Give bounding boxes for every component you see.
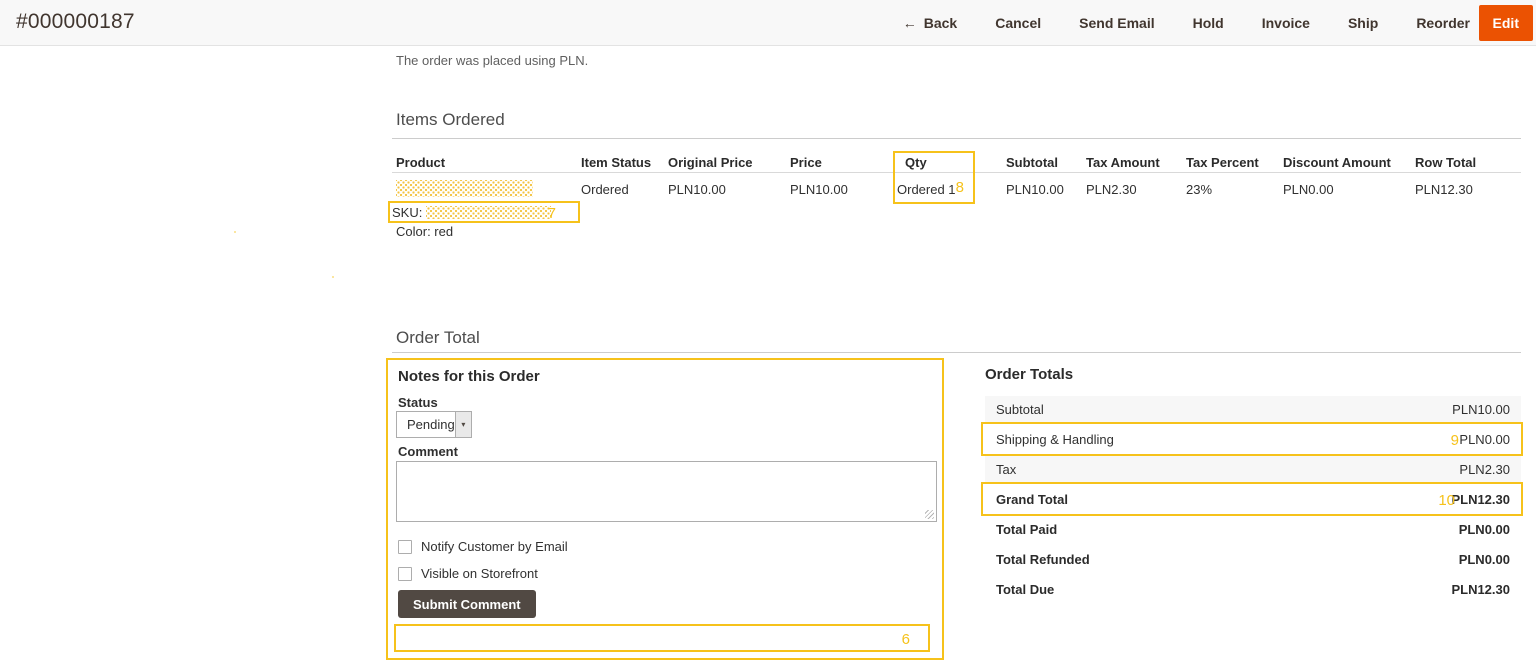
artifact-speck (234, 231, 236, 233)
column-header-row-total: Row Total (1415, 155, 1476, 170)
totals-label: Shipping & Handling (996, 432, 1114, 447)
header-actions: ←Back Cancel Send Email Hold Invoice Shi… (903, 0, 1470, 45)
cell-original-price: PLN10.00 (668, 182, 726, 197)
totals-label: Total Refunded (996, 552, 1090, 567)
totals-value: PLN12.30 (1451, 492, 1510, 507)
product-name-redacted (396, 180, 533, 197)
totals-value: PLN0.00 (1459, 432, 1510, 447)
totals-label: Total Paid (996, 522, 1057, 537)
notify-customer-checkbox-row[interactable]: Notify Customer by Email (398, 539, 568, 554)
ship-button[interactable]: Ship (1348, 15, 1378, 31)
column-header-qty: Qty (905, 155, 927, 170)
cell-tax-amount: PLN2.30 (1086, 182, 1137, 197)
column-header-subtotal: Subtotal (1006, 155, 1058, 170)
send-email-button[interactable]: Send Email (1079, 15, 1154, 31)
column-header-tax-amount: Tax Amount (1086, 155, 1160, 170)
order-view-page: #000000187 ←Back Cancel Send Email Hold … (0, 0, 1536, 667)
items-ordered-divider (392, 138, 1521, 139)
cancel-button[interactable]: Cancel (995, 15, 1041, 31)
notify-customer-label: Notify Customer by Email (421, 539, 568, 554)
back-button[interactable]: ←Back (903, 15, 957, 31)
sku-label: SKU: (392, 205, 422, 220)
annotation-box-6: 6 (394, 624, 930, 652)
totals-row-total-due: Total Due PLN12.30 (985, 576, 1521, 603)
totals-row-total-refunded: Total Refunded PLN0.00 (985, 546, 1521, 573)
visible-storefront-checkbox[interactable] (398, 567, 412, 581)
totals-label: Subtotal (996, 402, 1044, 417)
totals-label: Total Due (996, 582, 1054, 597)
order-totals-heading: Order Totals (985, 366, 1073, 383)
order-total-heading: Order Total (396, 328, 480, 348)
column-header-item-status: Item Status (581, 155, 651, 170)
totals-value: PLN0.00 (1459, 552, 1510, 567)
visible-storefront-label: Visible on Storefront (421, 566, 538, 581)
comment-label: Comment (398, 444, 458, 459)
totals-label: Grand Total (996, 492, 1068, 507)
notify-customer-checkbox[interactable] (398, 540, 412, 554)
sku-line: SKU: (392, 205, 551, 220)
column-header-discount-amount: Discount Amount (1283, 155, 1391, 170)
totals-label: Tax (996, 462, 1016, 477)
totals-row-subtotal: Subtotal PLN10.00 (985, 396, 1521, 423)
totals-row-tax: Tax PLN2.30 (985, 456, 1521, 483)
table-header-rule (392, 172, 1521, 173)
order-total-divider (392, 352, 1521, 353)
column-header-product: Product (396, 155, 445, 170)
totals-row-total-paid: Total Paid PLN0.00 (985, 516, 1521, 543)
items-ordered-heading: Items Ordered (396, 110, 505, 130)
reorder-button[interactable]: Reorder (1416, 15, 1470, 31)
annotation-number-8: 8 (956, 180, 964, 195)
edit-button[interactable]: Edit (1479, 5, 1533, 41)
totals-row-grand-total: Grand Total PLN12.30 (985, 486, 1521, 513)
totals-row-shipping-handling: Shipping & Handling PLN0.00 (985, 426, 1521, 453)
cell-qty: Ordered 1 (897, 182, 956, 197)
hold-button[interactable]: Hold (1193, 15, 1224, 31)
cell-price: PLN10.00 (790, 182, 848, 197)
invoice-button[interactable]: Invoice (1262, 15, 1310, 31)
status-select[interactable]: Pending ▾ (396, 411, 472, 438)
back-arrow-icon: ← (903, 15, 917, 31)
notes-heading: Notes for this Order (398, 368, 540, 385)
totals-value: PLN2.30 (1459, 462, 1510, 477)
cell-row-total: PLN12.30 (1415, 182, 1473, 197)
totals-value: PLN12.30 (1451, 582, 1510, 597)
cell-item-status: Ordered (581, 182, 629, 197)
column-header-tax-percent: Tax Percent (1186, 155, 1259, 170)
cell-tax-percent: 23% (1186, 182, 1212, 197)
artifact-speck (332, 276, 334, 278)
annotation-number-6: 6 (902, 632, 910, 647)
submit-comment-button[interactable]: Submit Comment (398, 590, 536, 618)
cell-subtotal: PLN10.00 (1006, 182, 1064, 197)
header-bar: #000000187 ←Back Cancel Send Email Hold … (0, 0, 1536, 46)
chevron-down-icon: ▾ (461, 420, 465, 429)
column-header-original-price: Original Price (668, 155, 753, 170)
status-label: Status (398, 395, 438, 410)
comment-textarea[interactable] (396, 461, 937, 522)
totals-value: PLN10.00 (1452, 402, 1510, 417)
sku-value-redacted (426, 206, 551, 219)
totals-value: PLN0.00 (1459, 522, 1510, 537)
cell-discount-amount: PLN0.00 (1283, 182, 1334, 197)
page-title: #000000187 (16, 10, 135, 34)
color-attribute: Color: red (396, 224, 453, 239)
column-header-price: Price (790, 155, 822, 170)
visible-storefront-checkbox-row[interactable]: Visible on Storefront (398, 566, 538, 581)
order-currency-notice: The order was placed using PLN. (396, 53, 588, 68)
select-arrow-box: ▾ (455, 412, 471, 437)
status-selected-value: Pending (397, 412, 455, 437)
